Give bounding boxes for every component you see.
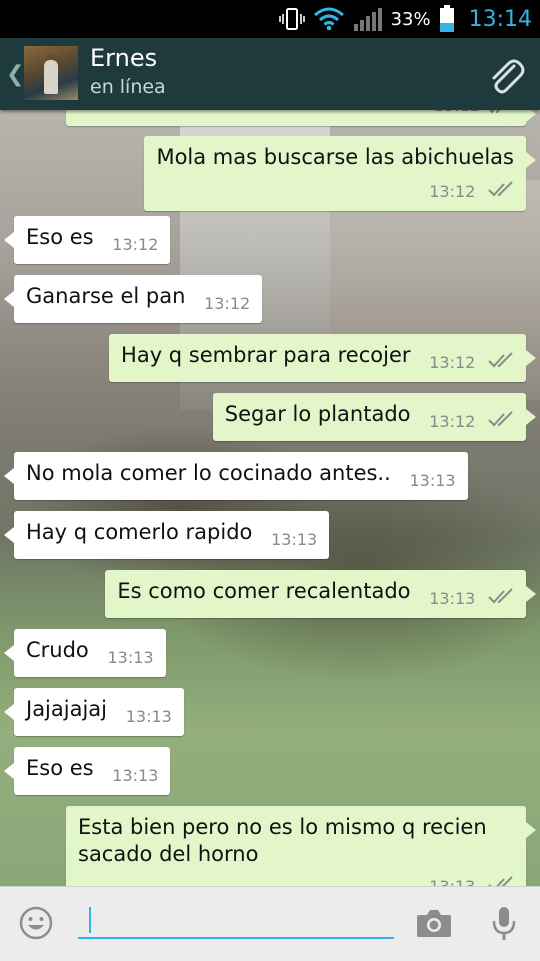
clock: 13:14 xyxy=(468,6,532,32)
message-time: 13:12 xyxy=(429,182,476,201)
message-meta: 13:13 xyxy=(78,866,514,886)
contact-name[interactable]: Ernes xyxy=(90,44,157,72)
message-text: Es como comer recalentado xyxy=(117,579,411,603)
message-input[interactable] xyxy=(78,901,394,939)
vibrate-icon xyxy=(278,6,305,32)
message-text: Jajajajaj xyxy=(26,697,108,721)
emoji-icon[interactable] xyxy=(18,905,54,945)
status-bar: 33% 13:14 xyxy=(0,0,540,38)
message-time: 13:12 xyxy=(429,353,476,372)
read-ticks-icon xyxy=(488,588,513,604)
message-text: No mola comer lo cocinado antes.. xyxy=(26,461,391,485)
message-text: Crudo xyxy=(26,638,89,662)
message-text: Ganarse el pan xyxy=(26,284,186,308)
message-text: Mola mas buscarse las abichuelas xyxy=(156,145,514,169)
message-text: Hay q comerlo rapido xyxy=(26,520,253,544)
message-time: 13:13 xyxy=(107,648,154,667)
camera-icon[interactable] xyxy=(415,907,453,943)
wifi-icon xyxy=(313,6,345,32)
message-incoming[interactable]: Eso es 13:13 xyxy=(3,747,171,795)
chat-area[interactable]: 13:12 Mola mas buscarse las abichuelas 1… xyxy=(0,110,540,886)
message-text: Esta bien pero no es lo mismo q recien s… xyxy=(78,815,487,866)
contact-status: en línea xyxy=(90,76,166,98)
paperclip-icon[interactable] xyxy=(484,54,526,100)
status-icons: 33% 13:14 xyxy=(278,0,532,38)
message-text: Eso es xyxy=(26,225,94,249)
message-incoming[interactable]: Crudo 13:13 xyxy=(4,629,166,677)
message-incoming[interactable]: Ganarse el pan 13:12 xyxy=(3,275,263,323)
message-time: 13:12 xyxy=(112,235,159,254)
message-outgoing[interactable]: 13:12 xyxy=(66,110,536,126)
message-outgoing[interactable]: Segar lo plantado 13:12 xyxy=(212,393,537,441)
message-input-bar xyxy=(0,886,540,961)
microphone-icon[interactable] xyxy=(490,905,518,947)
read-ticks-icon xyxy=(488,110,501,114)
read-ticks-icon xyxy=(488,411,513,427)
message-time: 13:13 xyxy=(429,589,476,608)
message-time: 13:12 xyxy=(429,412,476,431)
message-time: 13:13 xyxy=(429,873,475,886)
message-time: 13:13 xyxy=(271,530,318,549)
message-text: Hay q sembrar para recojer xyxy=(121,343,411,367)
message-time: 13:13 xyxy=(125,707,172,726)
avatar[interactable] xyxy=(24,46,78,100)
message-incoming[interactable]: Hay q comerlo rapido 13:13 xyxy=(3,511,330,559)
message-time: 13:12 xyxy=(204,294,251,313)
message-time: 13:13 xyxy=(409,471,456,490)
battery-icon xyxy=(439,5,455,33)
message-incoming[interactable]: Jajajajaj 13:13 xyxy=(4,688,184,736)
message-incoming[interactable]: No mola comer lo cocinado antes.. 13:13 xyxy=(4,452,468,500)
message-outgoing[interactable]: Hay q sembrar para recojer 13:12 xyxy=(109,334,536,382)
signal-icon xyxy=(353,6,383,32)
message-text: Segar lo plantado xyxy=(224,402,411,426)
read-ticks-icon xyxy=(488,181,513,197)
read-ticks-icon xyxy=(488,352,513,368)
message-outgoing[interactable]: Es como comer recalentado 13:13 xyxy=(105,570,536,618)
message-text: Eso es xyxy=(26,756,94,780)
message-outgoing[interactable]: Mola mas buscarse las abichuelas 13:12 xyxy=(144,136,536,211)
message-incoming[interactable]: Eso es 13:12 xyxy=(3,216,171,264)
message-outgoing[interactable]: Esta bien pero no es lo mismo q recien s… xyxy=(66,806,536,886)
message-time: 13:12 xyxy=(434,110,480,119)
back-chevron-icon[interactable]: ❮ xyxy=(6,62,24,87)
message-time: 13:13 xyxy=(112,766,159,785)
text-caret xyxy=(89,907,91,933)
battery-percent: 33% xyxy=(390,8,431,30)
read-ticks-icon xyxy=(488,876,513,886)
avatar-figure xyxy=(44,60,58,94)
chat-header: ❮ Ernes en línea xyxy=(0,38,540,110)
